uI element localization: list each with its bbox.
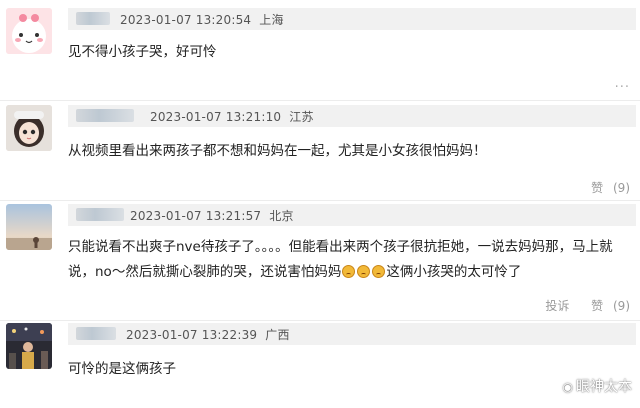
like-button[interactable]: 赞 (9) (585, 181, 630, 195)
comment-meta: 2023-01-07 13:22:39 广西 (126, 326, 290, 343)
landscape-avatar-icon (6, 204, 52, 250)
sad-emoji-icon (357, 265, 371, 278)
comment-actions: 赞 (9) (579, 179, 630, 196)
comment-timestamp: 2023-01-07 13:21:57 (130, 209, 262, 223)
username-blurred[interactable] (76, 208, 124, 221)
watermark-text: 眼神太本 (576, 379, 632, 395)
like-count: (9) (613, 181, 630, 195)
comment-text: 见不得小孩子哭，好可怜 (68, 44, 217, 60)
comment-item: 2023-01-07 13:21:10 江苏 从视频里看出来两孩子都不想和妈妈在… (0, 101, 640, 200)
avatar[interactable] (6, 105, 52, 151)
comment-item: 2023-01-07 13:22:39 广西 可怜的是这俩孩子 (0, 321, 640, 408)
comment-meta-bar: 2023-01-07 13:21:10 江苏 (68, 105, 636, 127)
avatar[interactable] (6, 323, 52, 369)
more-options-icon[interactable]: ··· (615, 80, 630, 95)
username-blurred[interactable] (76, 109, 134, 122)
watermark: ◉ 眼神太本 (563, 376, 632, 396)
report-button[interactable]: 投诉 (545, 299, 569, 313)
avatar[interactable] (6, 204, 52, 250)
comment-meta-bar: 2023-01-07 13:21:57 北京 (68, 204, 636, 226)
comment-meta: 2023-01-07 13:21:10 江苏 (150, 108, 314, 125)
comment-text: 从视频里看出来两孩子都不想和妈妈在一起，尤其是小女孩很怕妈妈！ (68, 143, 487, 159)
comment-text-segment: 这俩小孩哭的太可怜了 (386, 264, 522, 280)
comment-actions: 投诉 赞 (9) (539, 297, 630, 314)
comment-item: 2023-01-07 13:21:57 北京 只能说看不出爽子nve待孩子了。。… (0, 201, 640, 320)
avatar[interactable] (6, 8, 52, 54)
comment-timestamp: 2023-01-07 13:21:10 (150, 110, 282, 124)
comment-meta-bar: 2023-01-07 13:22:39 广西 (68, 323, 636, 345)
like-label: 赞 (591, 299, 604, 313)
comment-location: 广西 (265, 328, 290, 342)
comment-text-line: 只能说看不出爽子nve待孩子了。。。。但能看出来两个孩子很抗拒她，一说去妈妈那，… (68, 239, 613, 255)
comment-meta: 2023-01-07 13:21:57 北京 (130, 207, 294, 224)
comment-text-line: 说，no～然后就撕心裂肺的哭，还说害怕妈妈 这俩小孩哭的太可怜了 (68, 260, 628, 285)
comment-meta-bar: 2023-01-07 13:20:54 上海 (68, 8, 636, 30)
sad-emoji-icon (342, 265, 356, 278)
comment-location: 上海 (259, 13, 284, 27)
username-blurred[interactable] (76, 12, 110, 25)
username-blurred[interactable] (76, 327, 116, 340)
comment-meta: 2023-01-07 13:20:54 上海 (120, 11, 284, 28)
comment-item: 2023-01-07 13:20:54 上海 见不得小孩子哭，好可怜 ··· (0, 0, 640, 100)
comment-timestamp: 2023-01-07 13:20:54 (120, 13, 252, 27)
cartoon-avatar-icon (6, 8, 52, 54)
like-label: 赞 (591, 181, 604, 195)
comment-text: 可怜的是这俩孩子 (68, 361, 176, 377)
comment-text-segment: 说，no～然后就撕心裂肺的哭，还说害怕妈妈 (68, 264, 342, 280)
street-photo-avatar-icon (6, 323, 52, 369)
camera-icon: ◉ (562, 380, 573, 394)
doll-avatar-icon (6, 105, 52, 151)
comment-timestamp: 2023-01-07 13:22:39 (126, 328, 258, 342)
sad-emoji-icon (372, 265, 386, 278)
comment-location: 北京 (269, 209, 294, 223)
like-button[interactable]: 赞 (9) (585, 299, 630, 313)
like-count: (9) (613, 299, 630, 313)
comment-location: 江苏 (289, 110, 314, 124)
comment-text: 只能说看不出爽子nve待孩子了。。。。但能看出来两个孩子很抗拒她，一说去妈妈那，… (68, 235, 628, 285)
